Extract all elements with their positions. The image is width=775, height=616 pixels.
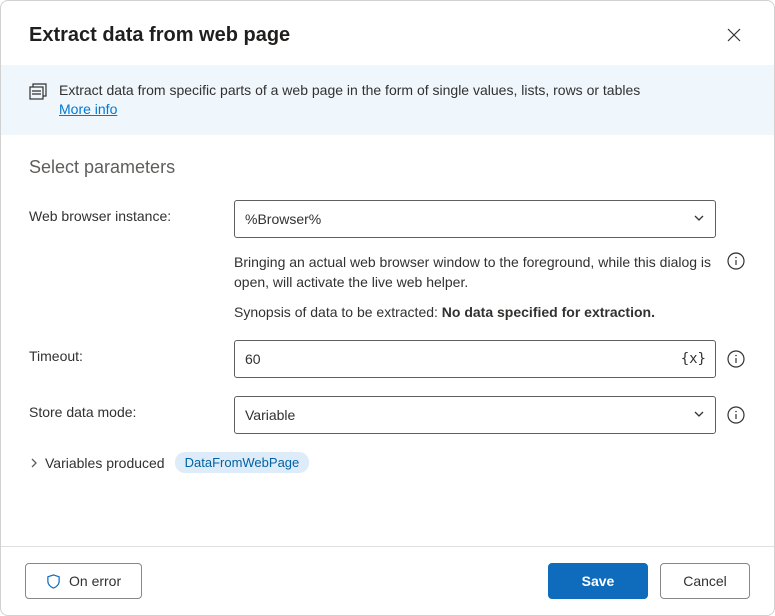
browser-select-value: %Browser%	[245, 211, 321, 227]
dialog-header: Extract data from web page	[1, 1, 774, 65]
variables-produced-row: Variables produced DataFromWebPage	[29, 452, 746, 473]
more-info-link[interactable]: More info	[59, 101, 117, 117]
close-icon	[727, 28, 741, 42]
browser-select[interactable]: %Browser%	[234, 200, 716, 238]
extract-icon	[29, 81, 47, 104]
info-text: Extract data from specific parts of a we…	[59, 82, 640, 98]
chevron-down-icon	[693, 407, 705, 423]
store-mode-value: Variable	[245, 407, 295, 423]
footer-right: Save Cancel	[548, 563, 750, 599]
shield-icon	[46, 574, 61, 589]
browser-help-2: Synopsis of data to be extracted: No dat…	[234, 302, 716, 322]
row-store-mode: Store data mode: Variable	[29, 396, 746, 434]
label-browser: Web browser instance:	[29, 200, 234, 224]
variables-produced-label: Variables produced	[45, 455, 165, 471]
info-banner: Extract data from specific parts of a we…	[1, 65, 774, 135]
label-timeout: Timeout:	[29, 340, 234, 364]
close-button[interactable]	[718, 19, 750, 51]
variables-produced-toggle[interactable]: Variables produced	[29, 455, 165, 471]
label-store-mode: Store data mode:	[29, 396, 234, 420]
on-error-button[interactable]: On error	[25, 563, 142, 599]
variable-picker-icon[interactable]: {x}	[681, 351, 706, 367]
browser-help-1: Bringing an actual web browser window to…	[234, 252, 716, 293]
chevron-right-icon	[29, 455, 39, 471]
row-browser: Web browser instance: %Browser% Bringing…	[29, 200, 746, 323]
info-icon-browser[interactable]	[726, 251, 746, 271]
section-title: Select parameters	[29, 157, 746, 178]
save-button[interactable]: Save	[548, 563, 648, 599]
dialog: Extract data from web page Extract data …	[0, 0, 775, 616]
dialog-footer: On error Save Cancel	[1, 546, 774, 615]
info-icon-store-mode[interactable]	[726, 405, 746, 425]
dialog-title: Extract data from web page	[29, 24, 290, 47]
store-mode-select[interactable]: Variable	[234, 396, 716, 434]
dialog-body: Select parameters Web browser instance: …	[1, 135, 774, 546]
chevron-down-icon	[693, 211, 705, 227]
cancel-label: Cancel	[683, 573, 727, 589]
save-label: Save	[582, 573, 615, 589]
cancel-button[interactable]: Cancel	[660, 563, 750, 599]
timeout-input[interactable]	[234, 340, 716, 378]
on-error-label: On error	[69, 573, 121, 589]
row-timeout: Timeout: {x}	[29, 340, 746, 378]
info-icon-timeout[interactable]	[726, 349, 746, 369]
variable-chip[interactable]: DataFromWebPage	[175, 452, 310, 473]
info-content: Extract data from specific parts of a we…	[59, 81, 640, 117]
